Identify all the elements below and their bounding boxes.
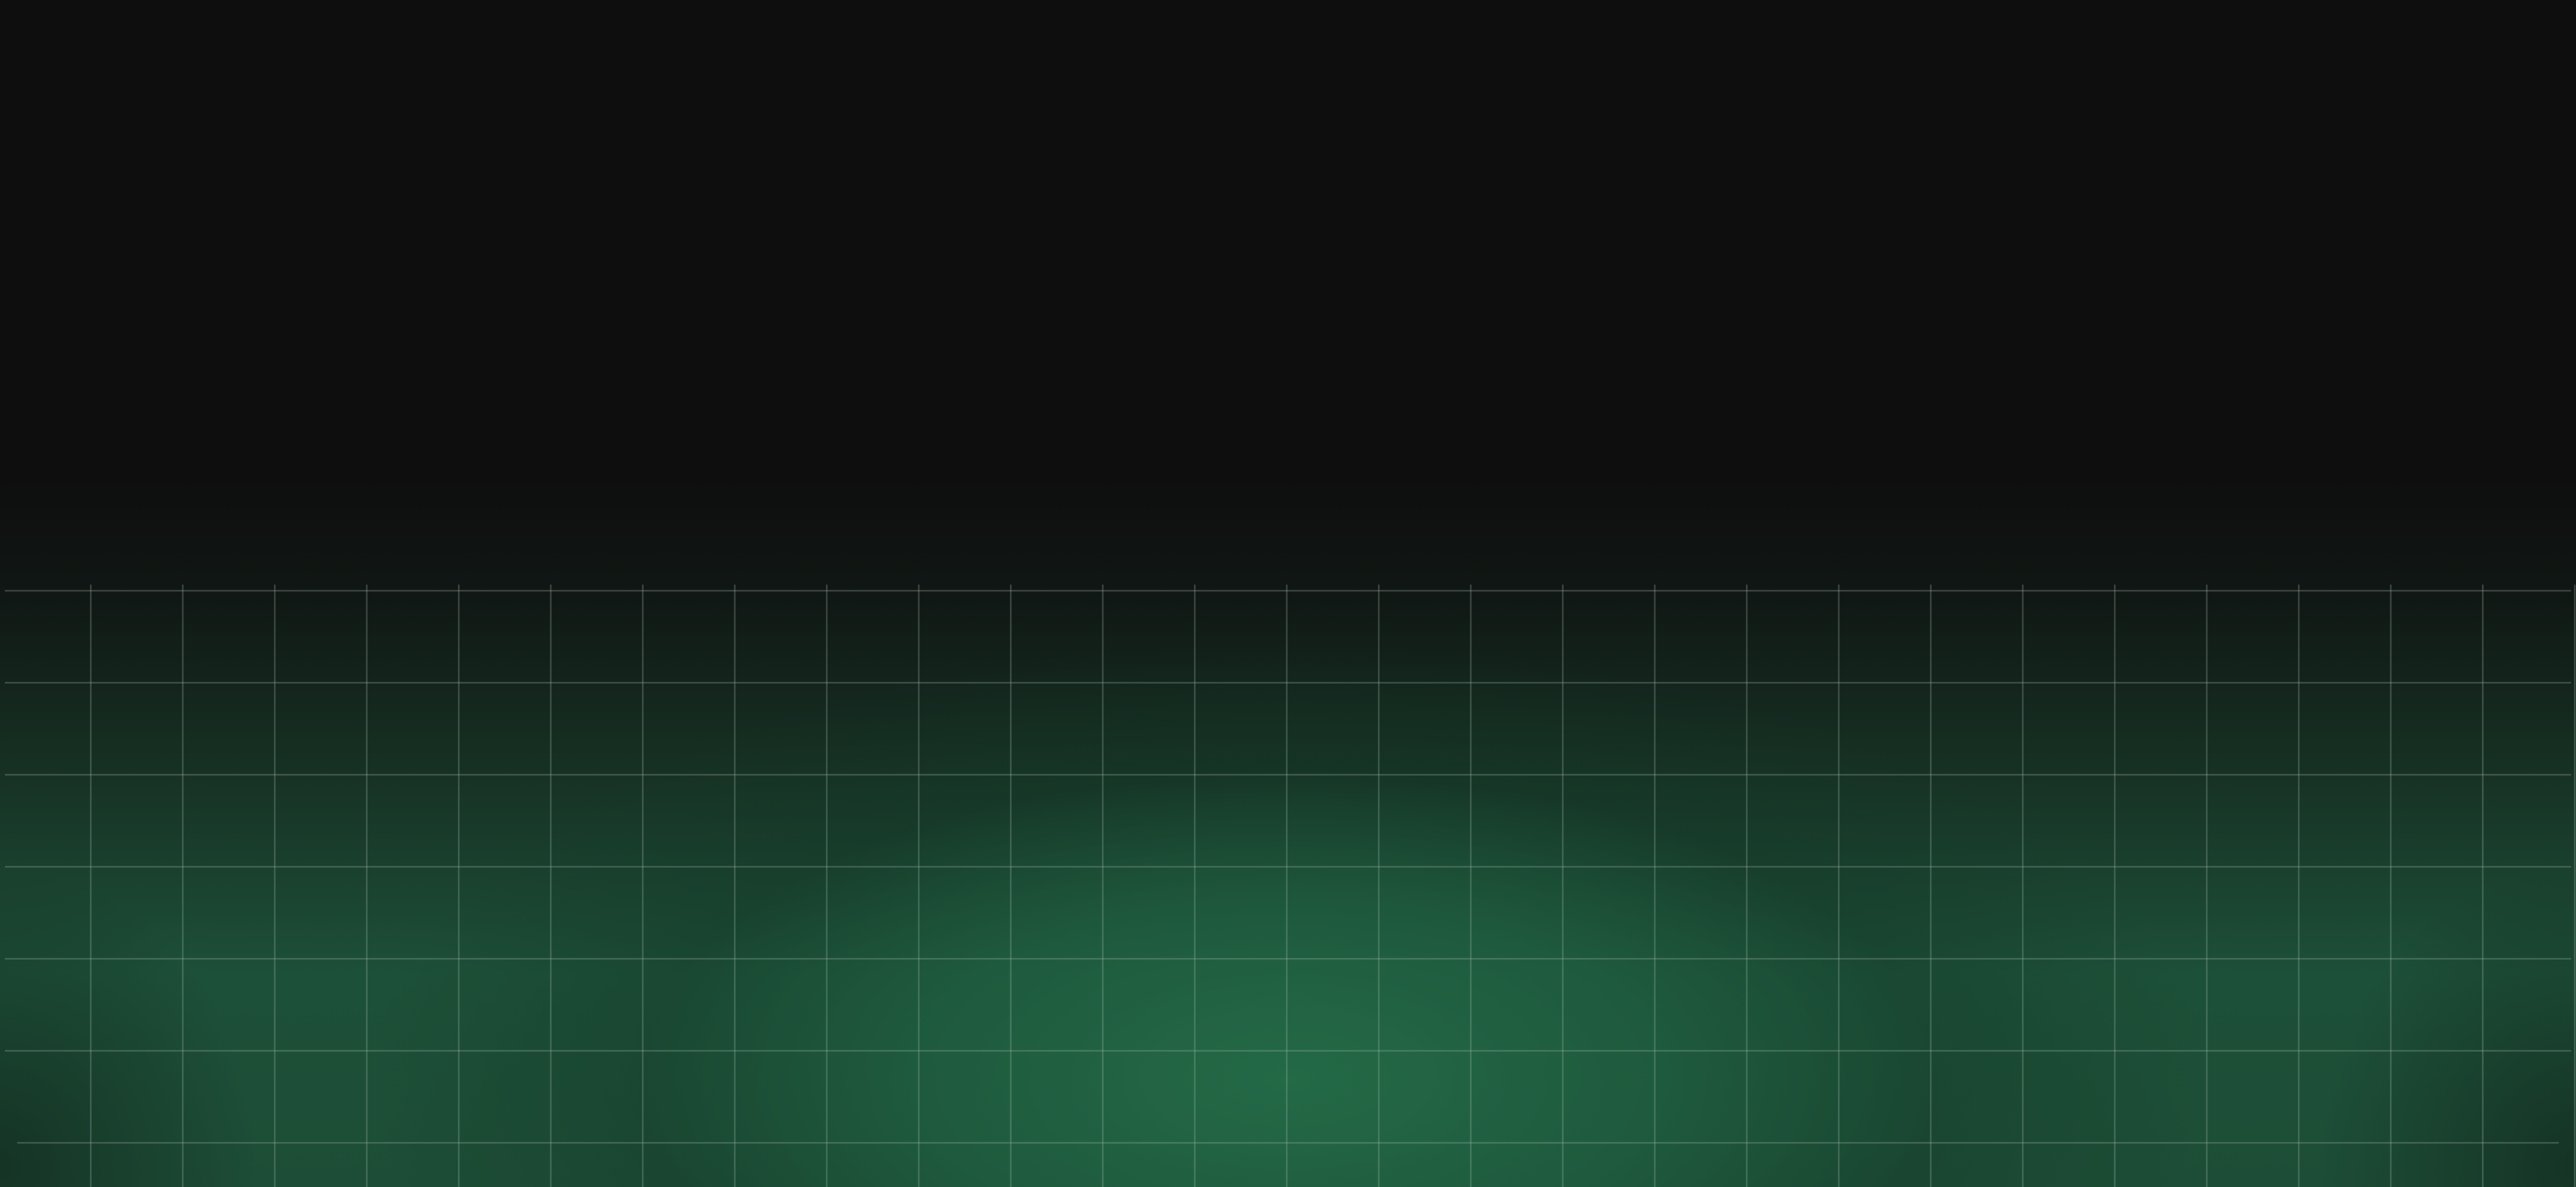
perspective-grid [5,585,2576,1187]
grid-background [0,0,2576,1187]
